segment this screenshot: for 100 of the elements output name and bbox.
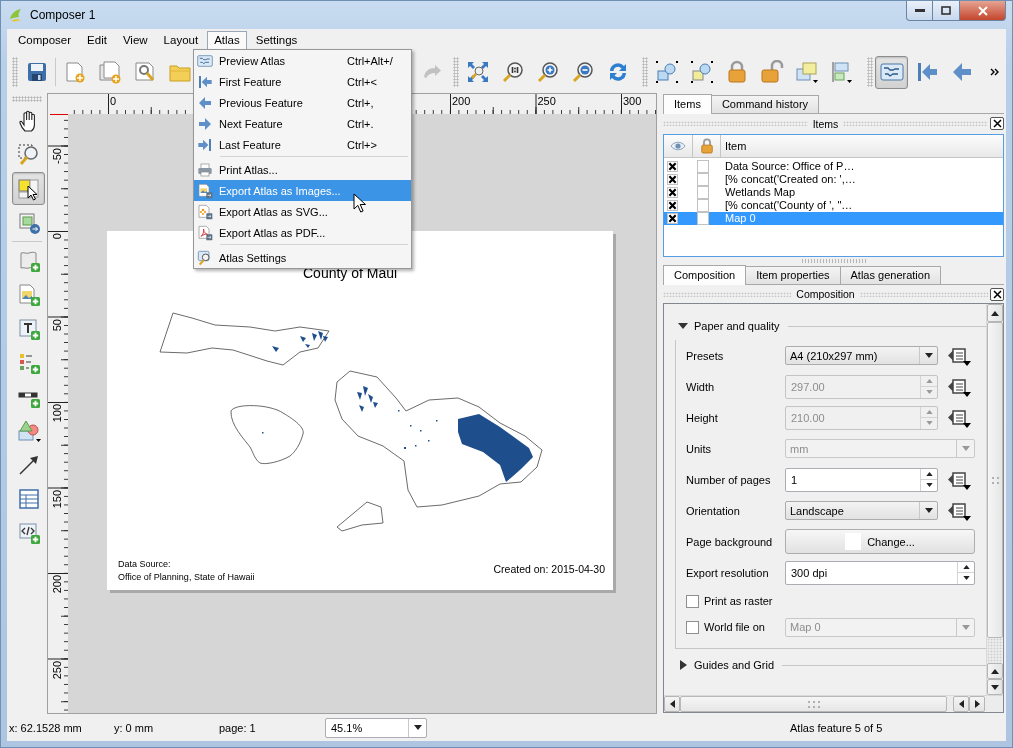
lock-checkbox[interactable]	[697, 160, 709, 173]
svg-export-icon	[197, 203, 213, 220]
spin-box[interactable]: 300 dpi	[785, 560, 975, 585]
splitter-grip[interactable]	[800, 259, 867, 263]
menu-bar-item[interactable]: Edit	[80, 31, 114, 50]
toolbar-grip[interactable]	[12, 96, 42, 102]
menu-bar-item[interactable]: View	[115, 31, 155, 50]
ruler-label: 0	[110, 95, 117, 107]
visibility-checkbox[interactable]	[667, 213, 678, 224]
menu-bar-item[interactable]: Layout	[156, 31, 206, 50]
scroll-up-button[interactable]	[987, 663, 1003, 679]
panel-tab[interactable]: Command history	[710, 95, 820, 113]
toolbar-grip[interactable]	[867, 57, 873, 87]
panel-tab[interactable]: Items	[663, 94, 712, 114]
minimize-icon	[914, 9, 925, 12]
ruler-label: 0	[51, 233, 63, 240]
minimize-button[interactable]	[906, 1, 933, 21]
menu-item[interactable]: Next Feature Ctrl+.	[194, 113, 411, 134]
menu-item[interactable]: Previous Feature Ctrl+,	[194, 92, 411, 113]
color-button[interactable]: Change...	[785, 529, 975, 554]
menu-item[interactable]: First Feature Ctrl+<	[194, 71, 411, 92]
tree-row[interactable]: Data Source: Office of P…	[664, 160, 1003, 173]
zoom-out-icon	[570, 60, 595, 84]
toolbar-grip[interactable]	[642, 57, 648, 87]
up-triangle-icon	[925, 409, 933, 414]
menu-item[interactable]: Atlas Settings	[194, 247, 411, 268]
pdf-export-icon	[197, 224, 213, 241]
status-x-coordinate: x: 62.1528 mm	[9, 721, 83, 734]
menu-item[interactable]: Export Atlas as PDF...	[194, 222, 411, 243]
x-mark-icon	[668, 188, 677, 197]
menu-item[interactable]: Export Atlas as SVG...	[194, 201, 411, 222]
menu-bar-item[interactable]: Settings	[248, 31, 305, 50]
menu-bar-item[interactable]: Composer	[11, 31, 79, 50]
dropdown-arrow-icon	[961, 446, 970, 451]
field-label: Units	[686, 442, 712, 455]
dock-title: Items	[811, 117, 840, 130]
scrollbar-thumb[interactable]	[987, 322, 1003, 638]
ruler-label: 250	[51, 660, 63, 679]
item-name: Map 0	[724, 212, 756, 225]
close-button[interactable]	[990, 287, 1004, 301]
status-page: page: 1	[219, 721, 257, 734]
tree-row[interactable]: Wetlands Map	[664, 186, 1003, 199]
lock-checkbox[interactable]	[697, 199, 709, 212]
down-triangle-icon	[925, 483, 933, 488]
lock-checkbox[interactable]	[697, 186, 709, 199]
group-toggle[interactable]: Paper and quality	[675, 320, 780, 332]
lock-checkbox[interactable]	[697, 173, 709, 186]
tree-row[interactable]: [% concat('Created on: ',…	[664, 173, 1003, 186]
down-triangle-icon	[991, 684, 999, 690]
data-source-text: Data Source: Office of Planning, State of Hawaii	[118, 558, 255, 584]
maximize-button[interactable]	[933, 1, 960, 21]
scroll-left-button[interactable]	[953, 696, 969, 712]
field-label: Number of pages	[686, 473, 771, 486]
panel-tab[interactable]: Atlas generation	[839, 266, 941, 284]
visibility-checkbox[interactable]	[667, 187, 678, 198]
down-triangle-icon	[962, 576, 970, 581]
zoom-dropdown[interactable]: 45.1%	[325, 717, 427, 738]
visibility-checkbox[interactable]	[667, 200, 678, 211]
horizontal-scrollbar[interactable]	[664, 695, 1003, 712]
shortcut-label: Ctrl+Alt+/	[347, 54, 393, 67]
maximize-icon	[941, 6, 951, 15]
grip-icon	[807, 700, 820, 708]
visibility-checkbox[interactable]	[667, 174, 678, 185]
scroll-right-button[interactable]	[969, 696, 985, 712]
vertical-scrollbar[interactable]	[986, 304, 1003, 695]
expand-arrows-icon	[465, 60, 490, 84]
shortcut-label: Ctrl+,	[347, 96, 374, 109]
checkbox[interactable]	[686, 594, 699, 608]
tool-button[interactable]	[12, 172, 45, 205]
menu-item[interactable]: Preview Atlas Ctrl+Alt+/	[194, 50, 411, 71]
lock-checkbox[interactable]	[697, 212, 709, 225]
close-button[interactable]	[990, 117, 1004, 130]
created-date-text: Created on: 2015-04-30	[493, 563, 605, 576]
scroll-left-button[interactable]	[664, 696, 680, 712]
scroll-up-button[interactable]	[987, 304, 1003, 322]
visibility-checkbox[interactable]	[667, 161, 678, 172]
close-icon	[992, 289, 1002, 299]
left-triangle-icon	[669, 700, 675, 708]
menu-item[interactable]: Print Atlas...	[194, 159, 411, 180]
select-pointer-icon	[16, 176, 41, 201]
status-y-coordinate: y: 0 mm	[114, 721, 155, 734]
ungrouped-shapes-icon	[689, 60, 714, 84]
field-label: Page background	[686, 535, 773, 548]
dropdown[interactable]: Landscape	[785, 501, 938, 520]
panel-tab[interactable]: Composition	[663, 265, 747, 285]
duplicate-pages-icon	[97, 60, 122, 84]
panel-tab[interactable]: Item properties	[745, 266, 841, 284]
toolbar-grip[interactable]	[453, 57, 459, 87]
dropdown[interactable]: A4 (210x297 mm)	[785, 346, 938, 365]
spin-box[interactable]: 1	[785, 467, 938, 492]
group-toggle[interactable]: Guides and Grid	[675, 659, 775, 671]
scroll-down-button[interactable]	[987, 679, 1003, 695]
dropdown-arrow-icon	[924, 353, 933, 358]
map-magnifier-icon	[197, 249, 213, 266]
toolbar-button[interactable]	[875, 55, 908, 89]
add-shape-icon	[16, 418, 41, 443]
right-arrow-icon	[197, 115, 213, 132]
scrollbar-thumb[interactable]	[680, 696, 947, 712]
toolbar-grip[interactable]	[12, 57, 18, 87]
menu-item[interactable]: Last Feature Ctrl+>	[194, 134, 411, 155]
